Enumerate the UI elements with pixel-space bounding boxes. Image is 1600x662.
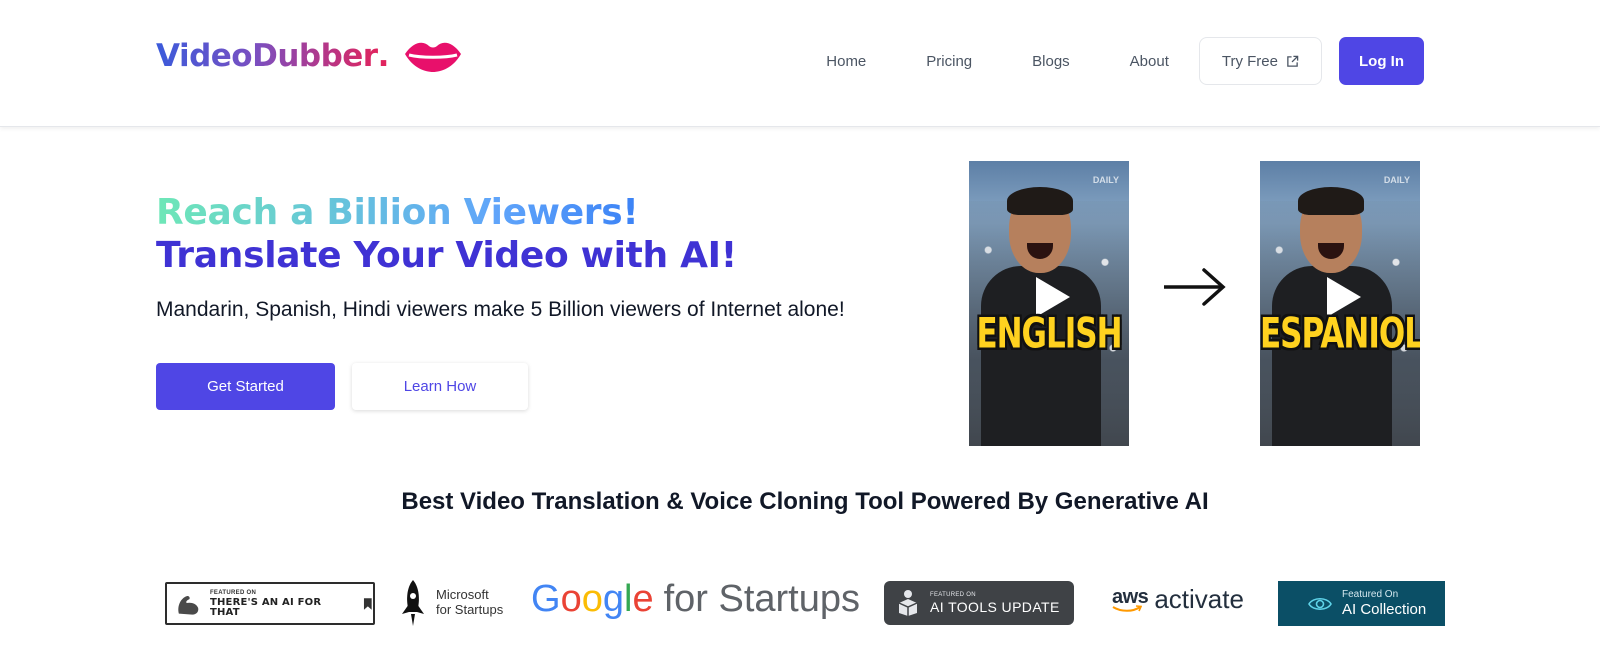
video-caption-spanish: ESPANIOL <box>1260 309 1420 359</box>
nav-blogs[interactable]: Blogs <box>1032 53 1070 70</box>
rocket-icon <box>402 580 424 626</box>
external-link-icon <box>1287 55 1299 67</box>
learn-how-button[interactable]: Learn How <box>352 363 528 410</box>
google-suffix: for Startups <box>663 578 860 620</box>
logo-text: VideoDubber <box>156 38 378 74</box>
eye-icon <box>1308 597 1332 610</box>
try-free-button[interactable]: Try Free <box>1198 37 1322 85</box>
ms-line2: for Startups <box>436 602 504 617</box>
flexed-arm-icon <box>178 595 199 615</box>
tagline: Best Video Translation & Voice Cloning T… <box>401 488 1209 515</box>
badge-big-text: THERE'S AN AI FOR THAT <box>209 596 322 618</box>
logo[interactable]: VideoDubber. <box>156 38 463 74</box>
aws-logo: aws <box>1112 586 1149 612</box>
nav-about[interactable]: About <box>1130 53 1169 70</box>
robot-box-icon <box>898 590 918 616</box>
lips-icon <box>405 42 462 72</box>
aws-smile-icon <box>1112 605 1142 612</box>
try-free-label: Try Free <box>1221 52 1278 70</box>
get-started-button[interactable]: Get Started <box>156 363 335 410</box>
badge-microsoft-for-startups[interactable]: Microsoft for Startups <box>398 578 503 628</box>
headline-line2: Translate Your Video with AI! <box>156 235 737 276</box>
site-header: VideoDubber. Home Pricing Blogs About Tr… <box>0 0 1600 127</box>
login-button[interactable]: Log In <box>1339 37 1424 85</box>
logo-dot: . <box>377 38 390 74</box>
video-watermark: DAILY <box>1092 175 1119 185</box>
main-nav: Home Pricing Blogs About Try Free Log In <box>826 37 1424 85</box>
presenter-hair <box>1298 187 1364 215</box>
nav-pricing[interactable]: Pricing <box>926 53 972 70</box>
aws-activate-text: activate <box>1154 584 1244 614</box>
badge-small-text: FEATURED ON <box>930 592 976 598</box>
bookmark-icon <box>364 597 373 610</box>
badge-ai-collection[interactable]: Featured On AI Collection <box>1278 581 1445 626</box>
badge-big-text: AI TOOLS UPDATE <box>930 599 1060 615</box>
right-arrow-icon <box>1164 268 1226 306</box>
badge-google-for-startups[interactable]: Google for Startups <box>531 578 860 621</box>
badge-aws-activate[interactable]: aws activate <box>1112 586 1244 612</box>
video-caption-english: ENGLISH <box>976 309 1122 359</box>
google-logo: Google <box>531 578 654 620</box>
ms-line1: Microsoft <box>436 587 489 603</box>
presenter-hair <box>1007 187 1073 215</box>
nav-home[interactable]: Home <box>826 53 866 70</box>
badge-ai-tools-update[interactable]: FEATURED ON AI TOOLS UPDATE <box>884 581 1074 625</box>
badge-small-text: Featured On <box>1342 589 1399 600</box>
hero-subtitle: Mandarin, Spanish, Hindi viewers make 5 … <box>156 298 845 321</box>
video-spanish[interactable]: DAILY ESPANIOL <box>1260 161 1420 446</box>
badge-big-text: AI Collection <box>1342 601 1427 618</box>
badge-theres-an-ai-for-that[interactable]: FEATURED ON THERE'S AN AI FOR THAT <box>165 582 375 625</box>
headline-line1: Reach a Billion Viewers! <box>156 192 639 233</box>
video-watermark: DAILY <box>1383 175 1410 185</box>
video-english[interactable]: DAILY ENGLISH <box>969 161 1129 446</box>
badge-small-text: FEATURED ON <box>209 589 257 596</box>
